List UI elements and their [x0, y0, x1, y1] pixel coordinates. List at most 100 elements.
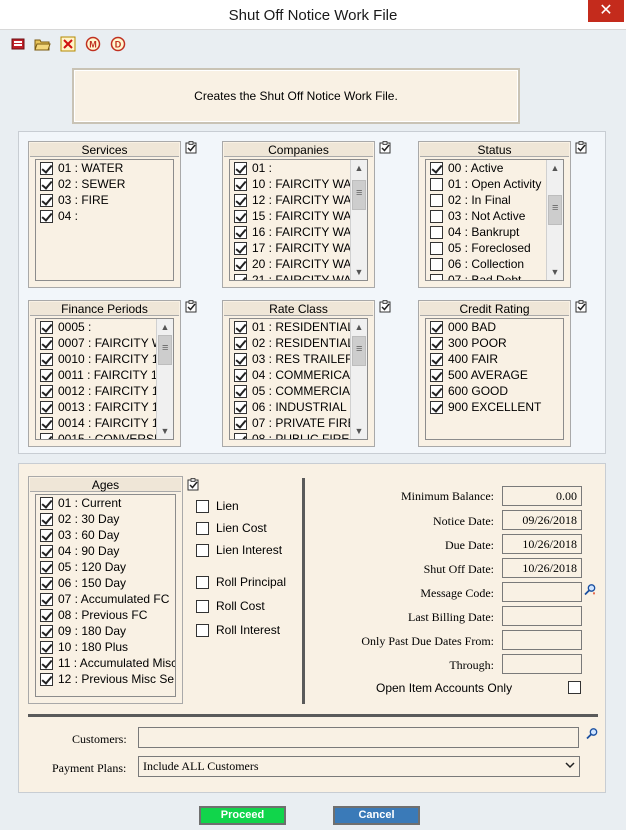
list-item[interactable]: 06 : 150 Day: [36, 575, 175, 591]
list-item[interactable]: 0014 : FAIRCITY 14: [36, 415, 156, 431]
list-item[interactable]: 000 BAD: [426, 319, 563, 335]
scrollbar[interactable]: ▲▼: [546, 160, 563, 280]
list-item[interactable]: 0013 : FAIRCITY 13: [36, 399, 156, 415]
rate-class-list[interactable]: 01 : RESIDENTIAL 02 : RESIDENTIAL 03 : RES…: [229, 318, 368, 440]
list-item[interactable]: 08 : Previous FC: [36, 607, 175, 623]
lien-cost-option[interactable]: Lien Cost: [196, 521, 267, 535]
scrollbar[interactable]: ▲▼: [350, 160, 367, 280]
scroll-thumb[interactable]: [548, 195, 562, 225]
print-icon[interactable]: [8, 34, 27, 53]
item-checkbox[interactable]: [430, 209, 443, 223]
clear-icon[interactable]: [58, 34, 77, 53]
item-checkbox[interactable]: [40, 592, 53, 606]
item-checkbox[interactable]: [430, 320, 443, 334]
list-item[interactable]: 07 : Accumulated FC: [36, 591, 175, 607]
item-checkbox[interactable]: [234, 352, 247, 366]
list-item[interactable]: 00 : Active: [426, 160, 546, 176]
roll-principal-option[interactable]: Roll Principal: [196, 575, 286, 589]
item-checkbox[interactable]: [40, 560, 53, 574]
roll-cost-option[interactable]: Roll Cost: [196, 599, 265, 613]
item-checkbox[interactable]: [40, 193, 53, 207]
close-button[interactable]: ✕: [588, 0, 624, 22]
list-item[interactable]: 900 EXCELLENT: [426, 399, 563, 415]
list-item[interactable]: 04 : Bankrupt: [426, 224, 546, 240]
item-checkbox[interactable]: [430, 241, 443, 255]
list-item[interactable]: 07 : PRIVATE FIRE: [230, 415, 350, 431]
scroll-up-icon[interactable]: ▲: [157, 319, 173, 335]
ages-list[interactable]: 01 : Current 02 : 30 Day 03 : 60 Day 04 : 9…: [35, 494, 176, 697]
item-checkbox[interactable]: [430, 177, 443, 191]
credit-rating-select-all-icon[interactable]: [575, 300, 588, 313]
ages-select-all-icon[interactable]: [187, 478, 200, 491]
item-checkbox[interactable]: [40, 512, 53, 526]
item-checkbox[interactable]: [234, 161, 247, 175]
item-checkbox[interactable]: [430, 368, 443, 382]
list-item[interactable]: 0012 : FAIRCITY 12: [36, 383, 156, 399]
scroll-down-icon[interactable]: ▼: [547, 264, 563, 280]
list-item[interactable]: 01 : Open Activity: [426, 176, 546, 192]
item-checkbox[interactable]: [40, 576, 53, 590]
proceed-button[interactable]: Proceed: [199, 806, 286, 825]
scrollbar[interactable]: ▲▼: [156, 319, 173, 439]
item-checkbox[interactable]: [234, 241, 247, 255]
item-checkbox[interactable]: [234, 193, 247, 207]
minimum-balance-input[interactable]: 0.00: [502, 486, 582, 506]
list-item[interactable]: 0010 : FAIRCITY 10: [36, 351, 156, 367]
item-checkbox[interactable]: [40, 624, 53, 638]
list-item[interactable]: 04 : COMMERICAL: [230, 367, 350, 383]
list-item[interactable]: 500 AVERAGE: [426, 367, 563, 383]
item-checkbox[interactable]: [234, 400, 247, 414]
item-checkbox[interactable]: [40, 336, 53, 350]
list-item[interactable]: 0015 : CONVERSI: [36, 431, 156, 439]
customers-lookup-icon[interactable]: [585, 727, 599, 741]
lien-checkbox[interactable]: [196, 499, 209, 513]
item-checkbox[interactable]: [430, 273, 443, 280]
list-item[interactable]: 15 : FAIRCITY WAT: [230, 208, 350, 224]
item-checkbox[interactable]: [430, 336, 443, 350]
item-checkbox[interactable]: [40, 672, 53, 686]
lien-option[interactable]: Lien: [196, 499, 239, 513]
due-date-input[interactable]: 10/26/2018: [502, 534, 582, 554]
item-checkbox[interactable]: [430, 161, 443, 175]
item-checkbox[interactable]: [40, 400, 53, 414]
list-item[interactable]: 05 : Foreclosed: [426, 240, 546, 256]
list-item[interactable]: 02 : SEWER: [36, 176, 173, 192]
item-checkbox[interactable]: [40, 432, 53, 439]
list-item[interactable]: 02 : 30 Day: [36, 511, 175, 527]
item-checkbox[interactable]: [40, 496, 53, 510]
list-item[interactable]: 02 : In Final: [426, 192, 546, 208]
item-checkbox[interactable]: [40, 544, 53, 558]
list-item[interactable]: 11 : Accumulated Misc: [36, 655, 175, 671]
item-checkbox[interactable]: [40, 177, 53, 191]
item-checkbox[interactable]: [234, 209, 247, 223]
item-checkbox[interactable]: [40, 209, 53, 223]
item-checkbox[interactable]: [234, 273, 247, 280]
item-checkbox[interactable]: [40, 368, 53, 382]
status-select-all-icon[interactable]: [575, 141, 588, 154]
roll-principal-checkbox[interactable]: [196, 575, 209, 589]
item-checkbox[interactable]: [234, 368, 247, 382]
list-item[interactable]: 06 : INDUSTRIAL: [230, 399, 350, 415]
scroll-up-icon[interactable]: ▲: [351, 319, 367, 335]
services-list[interactable]: 01 : WATER 02 : SEWER 03 : FIRE 04 :: [35, 159, 174, 281]
scroll-thumb[interactable]: [158, 335, 172, 365]
item-checkbox[interactable]: [40, 640, 53, 654]
list-item[interactable]: 16 : FAIRCITY WAT: [230, 224, 350, 240]
list-item[interactable]: 600 GOOD: [426, 383, 563, 399]
chevron-down-icon[interactable]: [563, 759, 577, 774]
list-item[interactable]: 02 : RESIDENTIAL: [230, 335, 350, 351]
item-checkbox[interactable]: [40, 384, 53, 398]
list-item[interactable]: 0005 :: [36, 319, 156, 335]
scroll-thumb[interactable]: [352, 180, 366, 210]
item-checkbox[interactable]: [234, 177, 247, 191]
item-checkbox[interactable]: [430, 400, 443, 414]
item-checkbox[interactable]: [40, 416, 53, 430]
scroll-up-icon[interactable]: ▲: [547, 160, 563, 176]
lien-cost-checkbox[interactable]: [196, 521, 209, 535]
scroll-down-icon[interactable]: ▼: [157, 423, 173, 439]
item-checkbox[interactable]: [430, 384, 443, 398]
last-billing-date-input[interactable]: [502, 606, 582, 626]
list-item[interactable]: 01 :: [230, 160, 350, 176]
through-input[interactable]: [502, 654, 582, 674]
list-item[interactable]: 05 : 120 Day: [36, 559, 175, 575]
